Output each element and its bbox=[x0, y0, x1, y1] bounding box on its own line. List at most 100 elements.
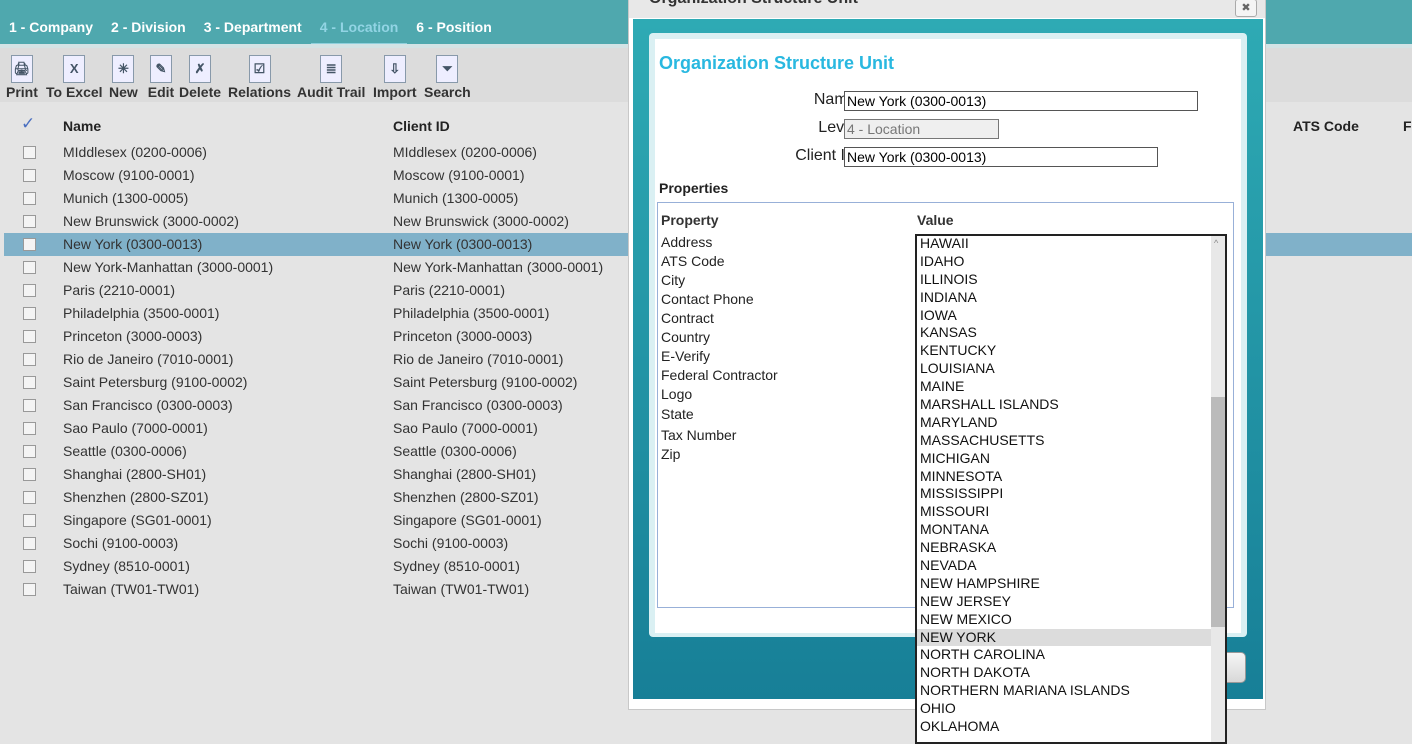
property-row[interactable]: E-Verify bbox=[661, 348, 710, 364]
dropdown-option[interactable]: OKLAHOMA bbox=[917, 718, 1225, 736]
property-row[interactable]: Federal Contractor bbox=[661, 367, 778, 383]
to-excel-label: To Excel bbox=[46, 84, 103, 100]
new-button[interactable]: ✳ New bbox=[109, 54, 138, 100]
new-label: New bbox=[109, 84, 138, 100]
dropdown-option[interactable]: NEW HAMPSHIRE bbox=[917, 575, 1225, 593]
dropdown-option[interactable]: OHIO bbox=[917, 700, 1225, 718]
row-checkbox[interactable] bbox=[23, 284, 36, 297]
column-header-ats-code[interactable]: ATS Code bbox=[1293, 118, 1359, 134]
dropdown-option[interactable]: MASSACHUSETTS bbox=[917, 432, 1225, 450]
edit-button[interactable]: ✎ Edit bbox=[147, 54, 175, 100]
row-checkbox[interactable] bbox=[23, 261, 36, 274]
dropdown-option[interactable]: NEW MEXICO bbox=[917, 611, 1225, 629]
scrollbar-thumb[interactable] bbox=[1211, 397, 1225, 627]
dropdown-option[interactable]: ILLINOIS bbox=[917, 271, 1225, 289]
row-name: New Brunswick (3000-0002) bbox=[63, 213, 239, 229]
dropdown-option[interactable]: MARSHALL ISLANDS bbox=[917, 396, 1225, 414]
property-row[interactable]: ATS Code bbox=[661, 253, 725, 269]
row-checkbox[interactable] bbox=[23, 376, 36, 389]
select-all-check-icon[interactable]: ✓ bbox=[21, 114, 35, 134]
property-row[interactable]: Contract bbox=[661, 310, 714, 326]
delete-button[interactable]: ✗ Delete bbox=[179, 54, 221, 100]
dropdown-option[interactable]: NORTH CAROLINA bbox=[917, 646, 1225, 664]
search-filter-icon: ⏷ bbox=[433, 54, 461, 84]
row-checkbox[interactable] bbox=[23, 514, 36, 527]
print-button[interactable]: 🖨 Print bbox=[6, 54, 38, 100]
row-checkbox[interactable] bbox=[23, 537, 36, 550]
property-row[interactable]: Country bbox=[661, 329, 710, 345]
dropdown-option[interactable]: MISSOURI bbox=[917, 503, 1225, 521]
property-row[interactable]: Address bbox=[661, 234, 712, 250]
row-client-id: Rio de Janeiro (7010-0001) bbox=[393, 351, 564, 367]
dropdown-option[interactable]: NORTH DAKOTA bbox=[917, 664, 1225, 682]
row-name: New York-Manhattan (3000-0001) bbox=[63, 259, 274, 275]
import-label: Import bbox=[373, 84, 417, 100]
column-header-client-id[interactable]: Client ID bbox=[393, 118, 450, 134]
property-row[interactable]: Logo bbox=[661, 386, 692, 402]
dropdown-option[interactable]: MONTANA bbox=[917, 521, 1225, 539]
close-icon[interactable]: ✖ bbox=[1235, 0, 1257, 17]
row-checkbox[interactable] bbox=[23, 583, 36, 596]
row-checkbox[interactable] bbox=[23, 491, 36, 504]
dropdown-option[interactable]: NEVADA bbox=[917, 557, 1225, 575]
client-id-input[interactable] bbox=[844, 147, 1158, 167]
dropdown-option[interactable]: LOUISIANA bbox=[917, 360, 1225, 378]
row-checkbox[interactable] bbox=[23, 468, 36, 481]
dropdown-option[interactable]: MICHIGAN bbox=[917, 450, 1225, 468]
dropdown-option[interactable]: KENTUCKY bbox=[917, 342, 1225, 360]
row-checkbox[interactable] bbox=[23, 330, 36, 343]
row-client-id: New York (0300-0013) bbox=[393, 236, 533, 252]
tab-position[interactable]: 6 - Position bbox=[407, 14, 500, 45]
row-checkbox[interactable] bbox=[23, 215, 36, 228]
row-checkbox[interactable] bbox=[23, 238, 36, 251]
property-row[interactable]: Tax Number bbox=[661, 427, 736, 443]
name-label: Name: bbox=[813, 91, 861, 108]
property-row[interactable]: State bbox=[661, 406, 694, 422]
dropdown-option[interactable]: MISSISSIPPI bbox=[917, 485, 1225, 503]
row-name: Princeton (3000-0003) bbox=[63, 328, 203, 344]
excel-icon: X bbox=[60, 54, 88, 84]
row-checkbox[interactable] bbox=[23, 445, 36, 458]
dropdown-option[interactable]: NEW JERSEY bbox=[917, 593, 1225, 611]
row-checkbox[interactable] bbox=[23, 169, 36, 182]
dropdown-option[interactable]: NEBRASKA bbox=[917, 539, 1225, 557]
name-input[interactable] bbox=[844, 91, 1198, 111]
property-row[interactable]: City bbox=[661, 272, 685, 288]
dropdown-option[interactable]: MINNESOTA bbox=[917, 468, 1225, 486]
dropdown-option[interactable]: IDAHO bbox=[917, 253, 1225, 271]
property-row[interactable]: Contact Phone bbox=[661, 291, 754, 307]
dropdown-option[interactable]: NEW YORK bbox=[917, 628, 1225, 647]
dropdown-option[interactable]: MARYLAND bbox=[917, 414, 1225, 432]
import-button[interactable]: ⇩ Import bbox=[373, 54, 417, 100]
scroll-up-icon[interactable]: ^ bbox=[1214, 238, 1218, 248]
row-client-id: New Brunswick (3000-0002) bbox=[393, 213, 569, 229]
dropdown-option[interactable]: IOWA bbox=[917, 307, 1225, 325]
tab-location[interactable]: 4 - Location bbox=[310, 14, 408, 45]
property-row[interactable]: Zip bbox=[661, 446, 680, 462]
row-checkbox[interactable] bbox=[23, 307, 36, 320]
tab-company[interactable]: 1 - Company bbox=[0, 14, 102, 45]
column-header-f[interactable]: F bbox=[1403, 118, 1412, 134]
dropdown-scrollbar[interactable]: ^ bbox=[1211, 236, 1225, 742]
state-dropdown-list[interactable]: HAWAII IDAHO ILLINOIS INDIANA IOWA KANSAS KENT… bbox=[915, 234, 1227, 744]
search-button[interactable]: ⏷ Search bbox=[424, 54, 471, 100]
column-header-name[interactable]: Name bbox=[63, 118, 101, 134]
row-checkbox[interactable] bbox=[23, 192, 36, 205]
dropdown-option[interactable]: HAWAII bbox=[917, 236, 1225, 253]
dropdown-option[interactable]: NORTHERN MARIANA ISLANDS bbox=[917, 682, 1225, 700]
row-name: Paris (2210-0001) bbox=[63, 282, 176, 298]
row-checkbox[interactable] bbox=[23, 146, 36, 159]
row-checkbox[interactable] bbox=[23, 353, 36, 366]
dropdown-option[interactable]: KANSAS bbox=[917, 324, 1225, 342]
to-excel-button[interactable]: X To Excel bbox=[46, 54, 103, 100]
dropdown-option[interactable]: MAINE bbox=[917, 378, 1225, 396]
dropdown-option[interactable]: INDIANA bbox=[917, 289, 1225, 307]
tab-department[interactable]: 3 - Department bbox=[195, 14, 311, 45]
row-checkbox[interactable] bbox=[23, 422, 36, 435]
dialog-title-bar[interactable]: Organization Structure Unit bbox=[629, 0, 1265, 18]
row-checkbox[interactable] bbox=[23, 399, 36, 412]
row-checkbox[interactable] bbox=[23, 560, 36, 573]
audit-trail-button[interactable]: ≣ Audit Trail bbox=[297, 54, 365, 100]
relations-button[interactable]: ☑ Relations bbox=[228, 54, 291, 100]
tab-division[interactable]: 2 - Division bbox=[102, 14, 195, 45]
